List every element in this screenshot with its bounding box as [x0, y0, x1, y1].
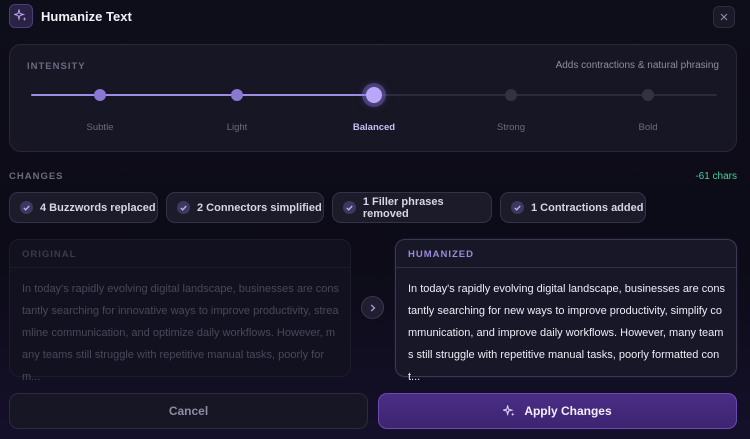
changes-label: CHANGES — [9, 171, 64, 182]
intensity-stop-strong[interactable] — [505, 89, 517, 101]
check-icon — [177, 201, 190, 214]
apply-label: Apply Changes — [524, 404, 612, 418]
sparkles-icon — [503, 404, 515, 416]
cancel-button[interactable]: Cancel — [9, 393, 368, 429]
intensity-stop-bold[interactable] — [642, 89, 654, 101]
intensity-label-light[interactable]: Light — [227, 122, 248, 133]
divider — [10, 267, 350, 268]
intensity-label-strong[interactable]: Strong — [497, 122, 525, 133]
intensity-track-fill — [31, 94, 374, 96]
chip-label: 2 Connectors simplified — [197, 201, 322, 214]
intensity-label-bold[interactable]: Bold — [638, 122, 657, 133]
chevron-right-icon — [370, 304, 375, 311]
chip-filler[interactable]: 1 Filler phrases removed — [332, 192, 492, 223]
check-icon — [511, 201, 524, 214]
close-button[interactable] — [713, 6, 735, 28]
intensity-stop-subtle[interactable] — [94, 89, 106, 101]
chip-label: 4 Buzzwords replaced — [40, 201, 156, 214]
intensity-hint: Adds contractions & natural phrasing — [555, 60, 719, 71]
apply-changes-button[interactable]: Apply Changes — [378, 393, 737, 429]
close-icon — [720, 13, 728, 21]
chip-connectors[interactable]: 2 Connectors simplified — [166, 192, 324, 223]
char-delta-badge: -61 chars — [695, 171, 737, 182]
dialog-title: Humanize Text — [41, 9, 132, 24]
humanized-label: HUMANIZED — [408, 249, 474, 260]
chip-buzzwords[interactable]: 4 Buzzwords replaced — [9, 192, 158, 223]
intensity-label: INTENSITY — [27, 61, 86, 72]
intensity-label-subtle[interactable]: Subtle — [87, 122, 114, 133]
original-label: ORIGINAL — [22, 249, 77, 260]
chip-contractions[interactable]: 1 Contractions added — [500, 192, 646, 223]
sparkles-icon — [9, 4, 33, 28]
check-icon — [20, 201, 33, 214]
chip-label: 1 Filler phrases removed — [362, 195, 444, 220]
intensity-stop-balanced[interactable] — [366, 87, 382, 103]
compare-arrow-button[interactable] — [361, 296, 384, 319]
original-text: In today's rapidly evolving digital land… — [22, 283, 340, 383]
intensity-panel: INTENSITY Adds contractions & natural ph… — [9, 44, 737, 152]
humanized-text: In today's rapidly evolving digital land… — [408, 283, 726, 383]
intensity-stop-light[interactable] — [231, 89, 243, 101]
chip-label: 1 Contractions added — [531, 201, 644, 214]
humanize-dialog: Humanize Text INTENSITY Adds contraction… — [0, 0, 750, 439]
divider — [396, 267, 736, 268]
humanized-panel: HUMANIZED In today's rapidly evolving di… — [395, 239, 737, 383]
check-icon — [343, 201, 356, 214]
intensity-label-balanced[interactable]: Balanced — [353, 122, 395, 133]
original-panel: ORIGINAL In today's rapidly evolving dig… — [9, 239, 351, 383]
